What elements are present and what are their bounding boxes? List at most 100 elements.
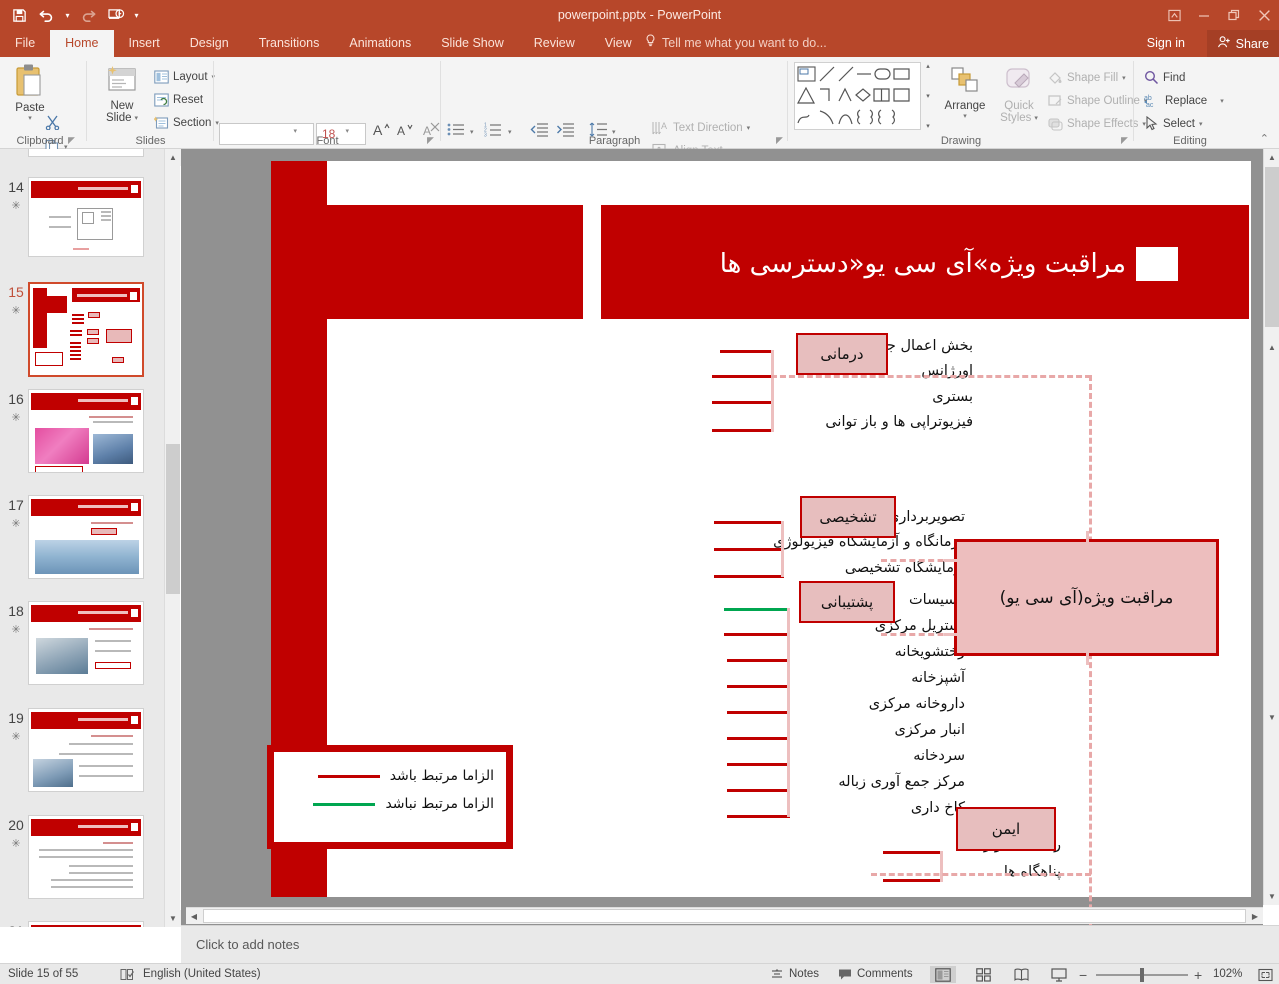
paste-button[interactable]: Paste ▾ <box>6 63 54 122</box>
zoom-slider-handle[interactable] <box>1140 968 1144 982</box>
replace-button[interactable]: ab ac Replace ▾ <box>1144 93 1224 108</box>
tab-slide-show[interactable]: Slide Show <box>426 30 519 57</box>
tab-view[interactable]: View <box>590 30 647 57</box>
hscroll-thumb[interactable] <box>203 909 1246 923</box>
arrange-button[interactable]: Arrange ▾ <box>939 65 991 120</box>
thumbnail-scroll-down-icon[interactable]: ▼ <box>165 910 181 927</box>
hscroll-left-icon[interactable]: ◀ <box>186 908 202 924</box>
slide-next-icon[interactable]: ▼ <box>1264 709 1279 726</box>
category-box-poshtibani[interactable]: پشتیبانی <box>799 581 895 623</box>
tab-home[interactable]: Home <box>50 30 114 57</box>
tab-animations[interactable]: Animations <box>334 30 426 57</box>
font-name-dropdown-icon[interactable]: ▾ <box>293 127 297 135</box>
slide-thumbnail-19[interactable] <box>28 708 144 792</box>
sign-in-button[interactable]: Sign in <box>1147 30 1185 57</box>
zoom-in-button[interactable]: + <box>1194 967 1202 983</box>
text-direction-button[interactable]: A Text Direction ▾ <box>652 120 750 136</box>
shapes-scroll-up-icon[interactable]: ▴ <box>926 62 930 70</box>
notes-placeholder[interactable]: Click to add notes <box>196 937 299 952</box>
language-status[interactable]: English (United States) <box>143 964 261 984</box>
slide-title-strip[interactable]: مراقبت ویژه»آی سی یو«دسترسی ها <box>601 205 1249 319</box>
category-box-imen[interactable]: ایمن <box>956 807 1056 851</box>
tab-file[interactable]: File <box>0 30 50 57</box>
shape-fill-button[interactable]: Shape Fill ▾ <box>1047 70 1126 85</box>
cut-button[interactable] <box>45 115 60 130</box>
legend-box[interactable]: الزاما مرتبط باشد الزاما مرتبط نباشد <box>267 745 513 849</box>
collapse-ribbon-button[interactable]: ⌃ <box>1260 132 1269 145</box>
slide-thumbnail-16[interactable] <box>28 389 144 473</box>
select-dropdown-icon[interactable]: ▾ <box>1199 120 1203 128</box>
find-button[interactable]: Find <box>1144 70 1185 85</box>
paragraph-dialog-launcher[interactable]: ◤ <box>776 135 783 146</box>
text-direction-dropdown-icon[interactable]: ▾ <box>747 124 751 132</box>
view-reading-button[interactable] <box>1008 966 1034 983</box>
shape-effects-button[interactable]: Shape Effects ▾ <box>1047 116 1146 131</box>
thumbnail-scroll-up-icon[interactable]: ▲ <box>165 149 181 166</box>
current-slide[interactable]: مراقبت ویژه»آی سی یو«دسترسی ها بخش اعمال… <box>267 161 1251 984</box>
arrange-dropdown-icon[interactable]: ▾ <box>963 112 967 120</box>
replace-dropdown-icon[interactable]: ▾ <box>1220 97 1224 105</box>
select-button[interactable]: Select ▾ <box>1144 116 1202 131</box>
slide-horizontal-scrollbar[interactable]: ◀ ▶ <box>186 907 1263 924</box>
slide-counter[interactable]: Slide 15 of 55 <box>8 964 78 984</box>
drawing-dialog-launcher[interactable]: ◤ <box>1121 135 1128 146</box>
shapes-gallery[interactable] <box>794 62 921 130</box>
restore-icon[interactable] <box>1219 0 1249 30</box>
quick-styles-dropdown-icon[interactable]: ▾ <box>1034 114 1038 122</box>
center-node[interactable]: مراقبت ویژه(آی سی یو) <box>954 539 1219 656</box>
new-slide-dropdown-icon[interactable]: ▾ <box>135 114 139 122</box>
font-dialog-launcher[interactable]: ◤ <box>427 135 434 146</box>
zoom-out-button[interactable]: − <box>1079 967 1087 983</box>
clipboard-dialog-launcher[interactable]: ◤ <box>68 135 75 146</box>
shapes-more-icon[interactable]: ▾ <box>926 122 930 130</box>
slide-previous-icon[interactable]: ▲ <box>1264 339 1279 356</box>
zoom-level-label[interactable]: 102% <box>1213 964 1242 984</box>
minimize-icon[interactable] <box>1189 0 1219 30</box>
slide-scroll-up-icon[interactable]: ▲ <box>1264 149 1279 166</box>
slide-thumbnail-partial[interactable] <box>28 149 144 157</box>
close-icon[interactable] <box>1249 0 1279 30</box>
reset-button[interactable]: Reset <box>154 93 203 107</box>
paste-dropdown-icon[interactable]: ▾ <box>28 114 32 122</box>
category-box-darmani[interactable]: درمانی <box>796 333 888 375</box>
slide-vertical-scrollbar[interactable]: ▲ ▲ ▼ ▼ <box>1263 149 1279 905</box>
font-size-dropdown-icon[interactable]: ▾ <box>345 127 349 135</box>
view-slide-show-button[interactable] <box>1046 966 1072 983</box>
tab-transitions[interactable]: Transitions <box>244 30 335 57</box>
slide-thumbnail-18[interactable] <box>28 601 144 685</box>
quick-styles-button[interactable]: Quick Styles ▾ <box>993 65 1045 124</box>
thumbnail-scrollbar[interactable]: ▲ ▼ <box>164 149 181 927</box>
slide-thumbnail-15[interactable] <box>28 282 144 377</box>
slide-thumbnail-17[interactable] <box>28 495 144 579</box>
slide-thumbnail-20[interactable] <box>28 815 144 899</box>
hscroll-right-icon[interactable]: ▶ <box>1247 908 1263 924</box>
notes-toggle-button[interactable]: Notes <box>770 964 819 984</box>
layout-button[interactable]: Layout ▾ <box>154 70 215 84</box>
view-normal-button[interactable] <box>930 966 956 983</box>
tab-insert[interactable]: Insert <box>114 30 175 57</box>
new-slide-button[interactable]: New Slide ▾ <box>96 65 148 124</box>
spell-check-icon[interactable] <box>120 964 135 984</box>
tab-review[interactable]: Review <box>519 30 590 57</box>
slide-thumbnail-pane[interactable]: 14 ✳ 15 ✳ 16 ✳ 17 ✳ 18 ✳ 19 ✳ 20 ✳ <box>0 149 180 927</box>
thumbnail-scroll-thumb[interactable] <box>166 444 180 594</box>
shape-fill-dropdown-icon[interactable]: ▾ <box>1122 74 1126 82</box>
tell-me-search[interactable]: Tell me what you want to do... <box>645 30 827 57</box>
slide-editing-area[interactable]: مراقبت ویژه»آی سی یو«دسترسی ها بخش اعمال… <box>181 149 1263 984</box>
category-box-tashkhisi[interactable]: تشخیصی <box>800 496 896 538</box>
slide-scroll-thumb[interactable] <box>1265 167 1279 327</box>
shapes-scroll-down-icon[interactable]: ▾ <box>926 92 930 100</box>
slide-thumbnail-14[interactable] <box>28 177 144 257</box>
view-slide-sorter-button[interactable] <box>970 966 996 983</box>
shapes-gallery-scroll[interactable]: ▴ ▾ ▾ <box>922 62 934 130</box>
tab-design[interactable]: Design <box>175 30 244 57</box>
ribbon-display-options-icon[interactable] <box>1159 0 1189 30</box>
share-button[interactable]: Share <box>1206 30 1279 57</box>
slide-scroll-down-icon[interactable]: ▼ <box>1264 888 1279 905</box>
slide-thumbnail-21[interactable] <box>28 921 144 927</box>
notes-pane[interactable]: Click to add notes <box>181 925 1279 963</box>
section-button[interactable]: Section ▾ <box>154 116 219 130</box>
comments-toggle-button[interactable]: Comments <box>838 964 913 984</box>
thumb-category-box <box>87 329 99 335</box>
fit-slide-to-window-button[interactable] <box>1252 966 1278 983</box>
